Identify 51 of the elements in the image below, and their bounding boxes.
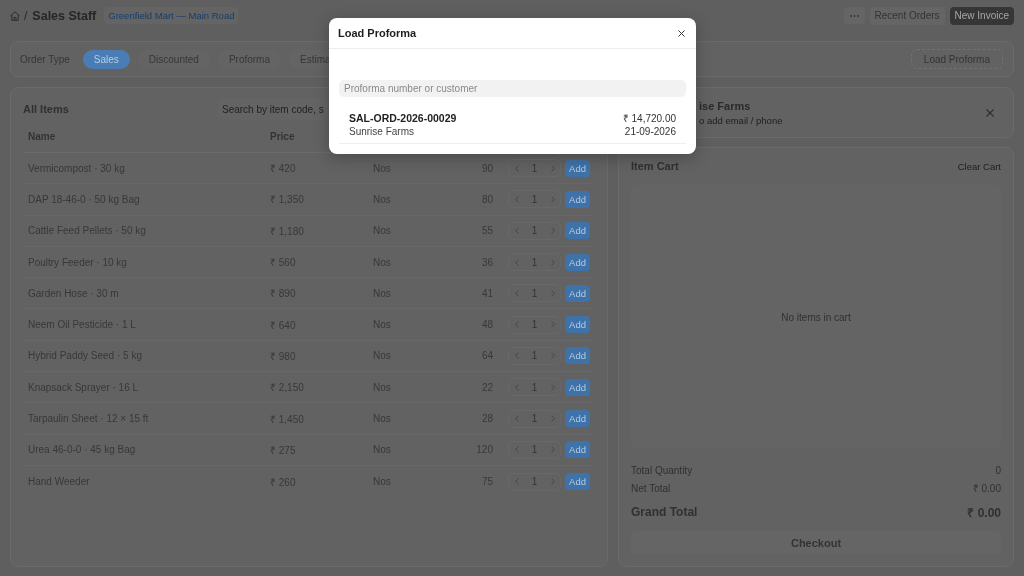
add-button[interactable]: Add	[565, 253, 590, 271]
chevron-left-icon	[514, 415, 519, 422]
add-button[interactable]: Add	[565, 378, 590, 396]
clear-cart-link[interactable]: Clear Cart	[957, 160, 1001, 172]
chevron-right-icon	[550, 227, 555, 235]
add-button[interactable]: Add	[565, 410, 590, 427]
add-button[interactable]: Add	[565, 222, 590, 240]
chevron-left-icon	[514, 321, 519, 329]
customer-name: ise Farms	[699, 99, 752, 112]
chevron-left-icon	[514, 289, 519, 297]
add-button[interactable]: Add	[565, 347, 590, 365]
chevron-left-icon	[514, 383, 519, 391]
chevron-left-icon	[514, 258, 519, 266]
dialog-title: Load Proforma	[338, 27, 417, 39]
search-field[interactable]: Proforma number or customer	[339, 80, 686, 97]
new-invoice-button[interactable]: New Invoice	[949, 6, 1014, 25]
chevron-right-icon	[550, 446, 555, 454]
home-icon[interactable]	[10, 10, 20, 21]
breadcrumb-separator: /	[24, 8, 28, 23]
more-button[interactable]	[843, 7, 865, 24]
chevron-left-icon	[514, 478, 519, 486]
chevron-left-icon	[514, 446, 519, 454]
chevron-right-icon	[550, 415, 555, 422]
add-button[interactable]: Add	[565, 159, 590, 177]
customer-hint: o add email / phone	[699, 114, 783, 126]
chevron-right-icon	[550, 478, 555, 486]
order-type-tab[interactable]: Sales	[82, 49, 130, 69]
chevron-right-icon	[550, 321, 555, 329]
chevron-left-icon	[514, 352, 519, 360]
add-button[interactable]: Add	[565, 316, 590, 334]
close-icon[interactable]	[678, 29, 685, 37]
proforma-number[interactable]: SAL-ORD-2026-00029	[349, 112, 457, 125]
add-button[interactable]: Add	[565, 190, 590, 208]
add-button[interactable]: Add	[565, 473, 590, 491]
add-button[interactable]: Add	[565, 441, 590, 459]
more-icon	[849, 14, 859, 17]
proforma-amount: ₹ 14,720.00	[622, 112, 676, 125]
chevron-right-icon	[550, 195, 555, 203]
page-title: Sales Staff	[32, 8, 97, 23]
chevron-left-icon	[514, 164, 519, 172]
chevron-right-icon	[550, 383, 555, 391]
chevron-left-icon	[514, 227, 519, 235]
customer-name: Sunrise Farms	[349, 125, 414, 138]
chevron-right-icon	[550, 258, 555, 266]
chevron-left-icon	[514, 195, 519, 203]
chevron-right-icon	[550, 352, 555, 360]
add-button[interactable]: Add	[565, 284, 590, 302]
chevron-right-icon	[550, 164, 555, 172]
proforma-date: 21-09-2026	[624, 125, 676, 138]
store-badge: Greenfield Mart — Main Road	[104, 7, 239, 24]
chevron-right-icon	[550, 289, 555, 297]
